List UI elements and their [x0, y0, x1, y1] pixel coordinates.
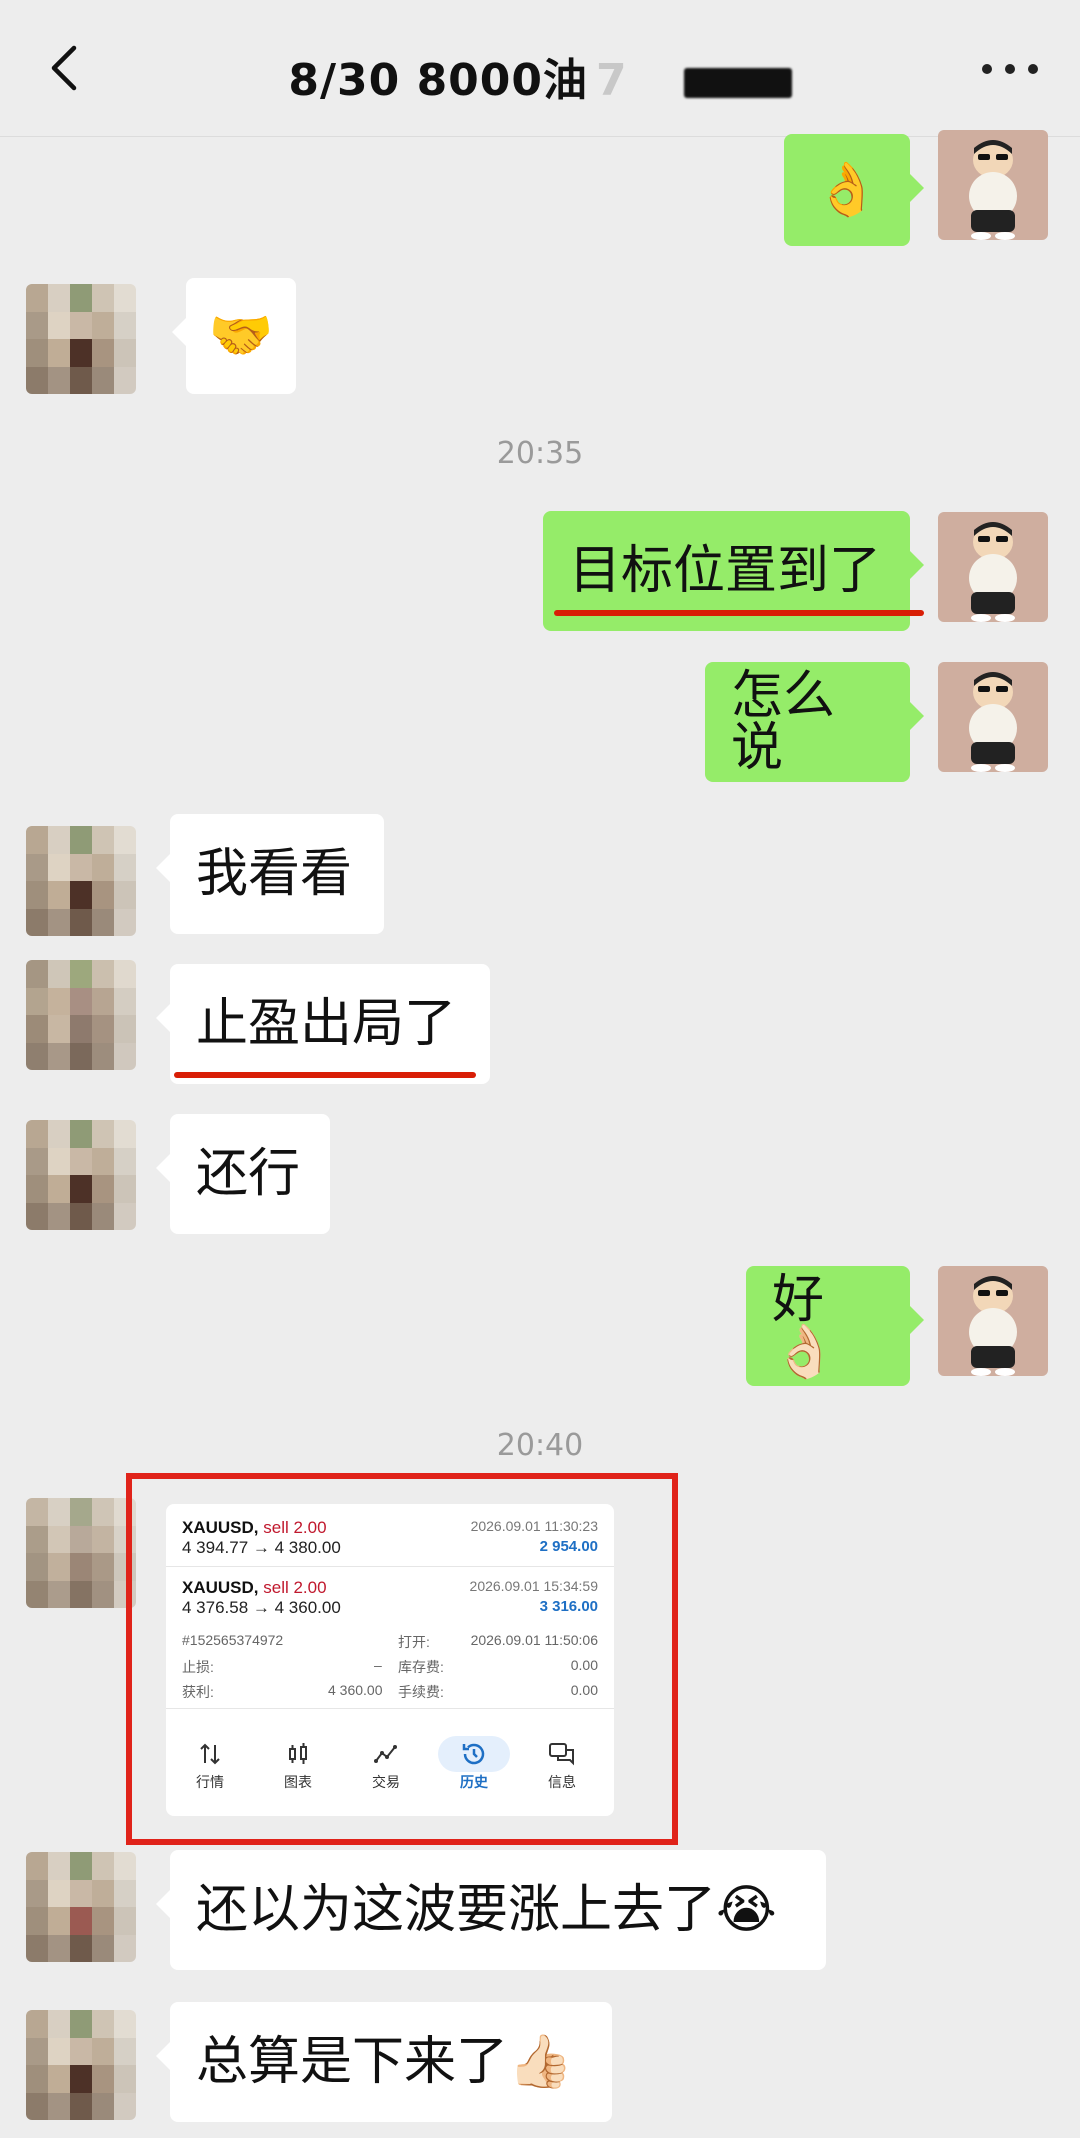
red-underline-annotation — [174, 1072, 476, 1078]
timestamp: 20:35 — [496, 436, 584, 471]
message-text: 还行 — [196, 1144, 301, 1204]
message-text: 怎么说 — [731, 666, 836, 778]
cartoon-avatar-icon — [969, 140, 1017, 240]
my-avatar[interactable] — [938, 130, 1048, 240]
chat-title-tail: 7 — [596, 55, 628, 106]
message-bubble-received[interactable]: 还以为这波要涨上去了😭 — [156, 1850, 826, 1970]
more-dots-icon[interactable] — [980, 58, 1040, 78]
my-avatar[interactable] — [938, 512, 1048, 622]
message-bubble-sent[interactable]: 怎么说 — [705, 662, 924, 782]
message-text: 👌 — [814, 160, 880, 220]
contact-avatar[interactable] — [26, 1852, 136, 1962]
contact-avatar[interactable] — [26, 1498, 136, 1608]
timestamp: 20:40 — [496, 1428, 584, 1463]
cartoon-avatar-icon — [969, 522, 1017, 622]
chat-header: 8/30 8000油 7 — [0, 0, 1080, 137]
message-text: 总算是下来了👍🏻 — [196, 2032, 573, 2092]
cartoon-avatar-icon — [969, 1276, 1017, 1376]
contact-avatar[interactable] — [26, 960, 136, 1070]
chat-title-text: 8/30 8000油 — [288, 55, 589, 106]
message-bubble-received[interactable]: 止盈出局了 — [156, 964, 490, 1084]
cartoon-avatar-icon — [969, 672, 1017, 772]
message-bubble-received[interactable]: 🤝 — [172, 278, 296, 394]
contact-avatar[interactable] — [26, 1120, 136, 1230]
red-highlight-box — [126, 1473, 678, 1845]
contact-avatar[interactable] — [26, 284, 136, 394]
message-text: 目标位置到了 — [569, 541, 882, 601]
contact-avatar[interactable] — [26, 826, 136, 936]
chat-title: 8/30 8000油 7 — [0, 44, 1080, 108]
message-text: 止盈出局了 — [196, 994, 457, 1054]
redacted-block — [683, 68, 792, 98]
message-text: 我看看 — [196, 844, 353, 904]
message-bubble-sent[interactable]: 👌 — [784, 134, 924, 246]
message-text: 还以为这波要涨上去了😭 — [196, 1880, 777, 1940]
contact-avatar[interactable] — [26, 2010, 136, 2120]
my-avatar[interactable] — [938, 662, 1048, 772]
red-underline-annotation — [554, 610, 924, 616]
message-bubble-sent[interactable]: 好👌🏻 — [746, 1266, 924, 1386]
message-text: 🤝 — [208, 306, 274, 366]
message-bubble-received[interactable]: 总算是下来了👍🏻 — [156, 2002, 612, 2122]
message-text: 好👌🏻 — [772, 1270, 837, 1382]
message-bubble-received[interactable]: 还行 — [156, 1114, 330, 1234]
my-avatar[interactable] — [938, 1266, 1048, 1376]
message-bubble-received[interactable]: 我看看 — [156, 814, 384, 934]
